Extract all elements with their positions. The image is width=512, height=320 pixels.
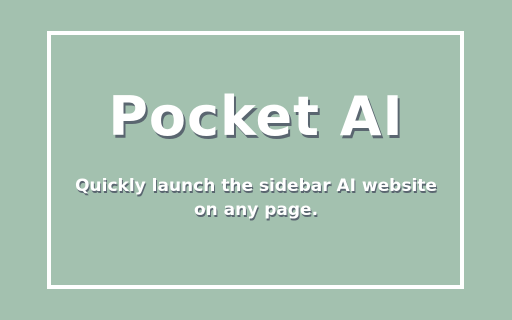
subtitle-line-2: on any page. [193, 200, 319, 220]
white-frame-border [47, 31, 464, 289]
subtitle-line-1: Quickly launch the sidebar AI website [75, 176, 437, 196]
app-subtitle: Quickly launch the sidebar AI website on… [0, 174, 512, 222]
app-title: Pocket AI [108, 85, 404, 148]
